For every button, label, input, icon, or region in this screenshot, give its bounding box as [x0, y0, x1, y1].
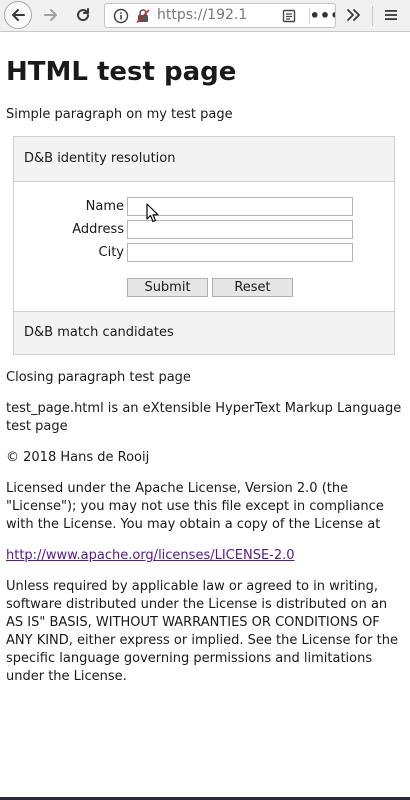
- lock-icon[interactable]: [135, 8, 151, 24]
- hamburger-menu-icon: [385, 10, 397, 20]
- terms-paragraph: Unless required by applicable law or agr…: [6, 579, 398, 684]
- page-content: HTML test page Simple paragraph on my te…: [6, 34, 404, 686]
- reader-view-icon[interactable]: [281, 8, 297, 24]
- match-candidates-header[interactable]: D&B match candidates: [14, 312, 394, 354]
- reset-button[interactable]: Reset: [212, 278, 293, 297]
- submit-button[interactable]: Submit: [127, 278, 208, 297]
- forward-button[interactable]: [40, 4, 62, 26]
- back-arrow-icon: [12, 9, 25, 21]
- city-label: City: [98, 245, 124, 260]
- city-row: City: [14, 243, 396, 263]
- copyright-paragraph: © 2018 Hans de Rooij: [6, 450, 150, 465]
- reload-icon: [77, 8, 90, 22]
- intro-paragraph: Simple paragraph on my test page: [6, 107, 233, 122]
- name-row: Name: [14, 197, 396, 217]
- info-icon[interactable]: [113, 8, 129, 24]
- overflow-button[interactable]: [342, 4, 364, 26]
- page-title: HTML test page: [6, 57, 237, 87]
- identity-resolution-header[interactable]: D&B identity resolution: [14, 137, 394, 181]
- address-row: Address: [14, 220, 396, 240]
- name-label: Name: [85, 199, 124, 214]
- overflow-chevrons-icon: [347, 9, 360, 21]
- description-paragraph: test_page.html is an eXtensible HyperTex…: [6, 401, 402, 434]
- more-dots-icon[interactable]: •••: [310, 8, 335, 24]
- license-link[interactable]: http://www.apache.org/licenses/LICENSE-2…: [6, 548, 295, 563]
- city-input[interactable]: [127, 243, 353, 262]
- menu-button[interactable]: [380, 4, 402, 26]
- closing-paragraph: Closing paragraph test page: [6, 370, 191, 385]
- name-input[interactable]: [127, 197, 353, 216]
- license-paragraph: Licensed under the Apache License, Versi…: [6, 481, 384, 532]
- address-label: Address: [72, 222, 124, 237]
- url-text[interactable]: https://192.1: [157, 7, 277, 25]
- reload-button[interactable]: [72, 4, 94, 26]
- url-bar[interactable]: https://192.1 •••: [104, 3, 336, 28]
- forward-arrow-icon: [44, 9, 57, 21]
- browser-toolbar: https://192.1 •••: [0, 0, 410, 32]
- dnb-accordion: D&B identity resolution Name Address Cit…: [13, 136, 395, 355]
- address-input[interactable]: [127, 220, 353, 239]
- back-button[interactable]: [4, 1, 32, 29]
- license-link-paragraph: http://www.apache.org/licenses/LICENSE-2…: [6, 547, 404, 565]
- toolbar-separator: [372, 6, 373, 26]
- identity-form: Name Address City Submit Reset: [14, 181, 394, 312]
